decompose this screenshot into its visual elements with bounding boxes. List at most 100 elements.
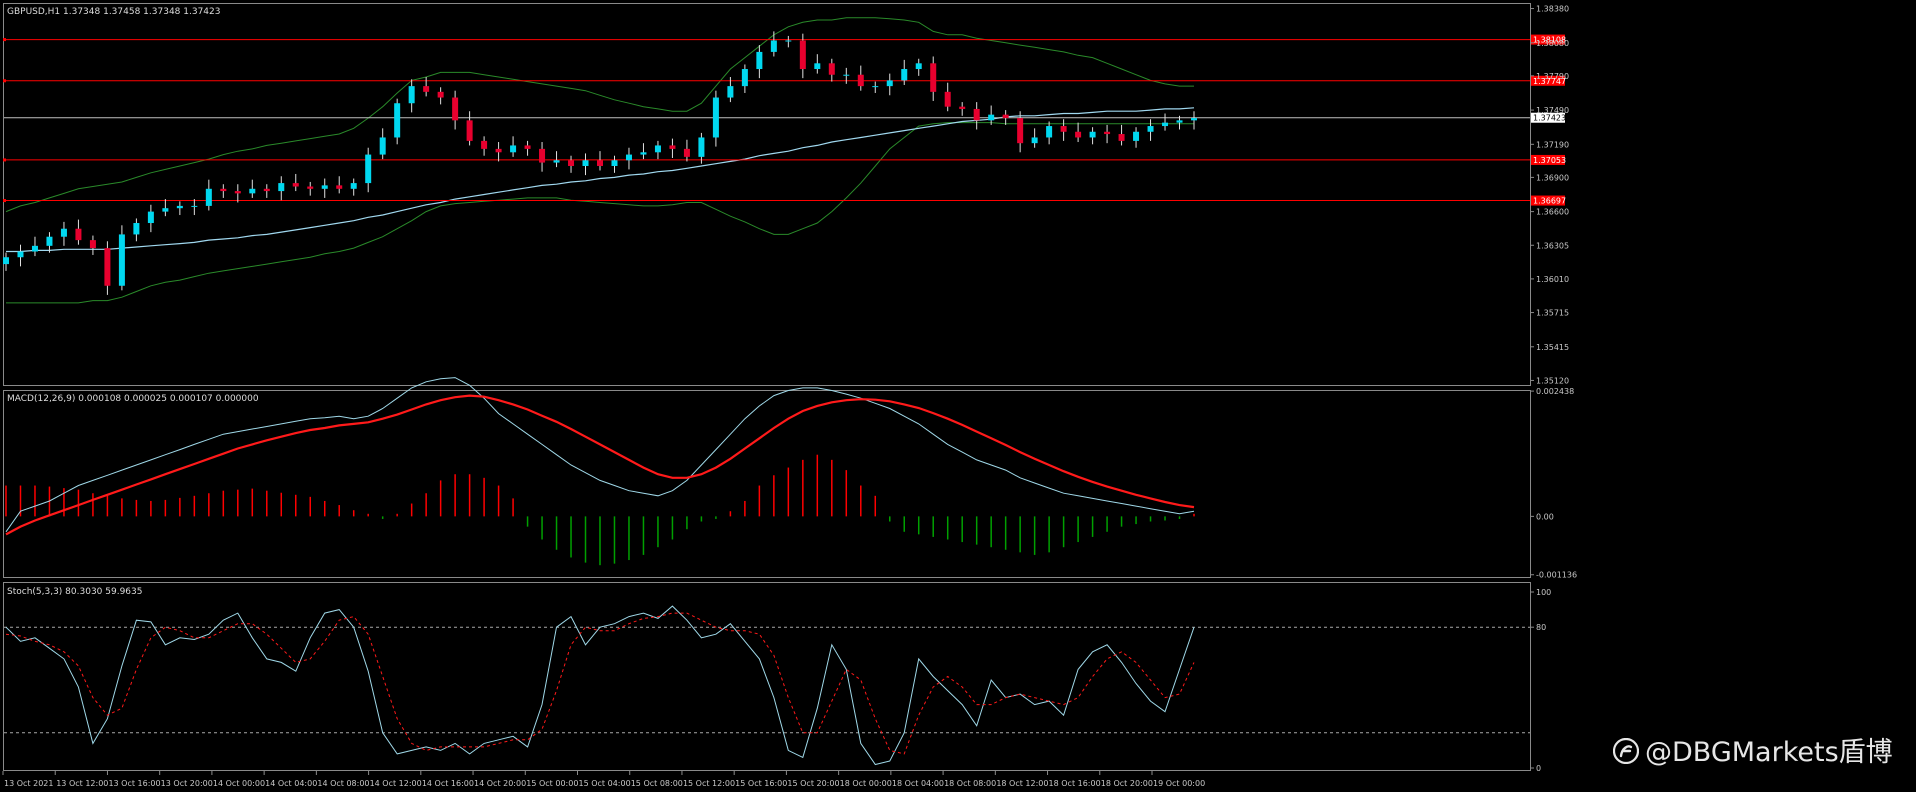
bearish-candle xyxy=(437,91,444,98)
bearish-candle xyxy=(973,108,980,121)
price-y-tick-label: 1.37790 xyxy=(1536,72,1569,81)
x-tick-label: 14 Oct 12:00 xyxy=(370,779,422,788)
macd-y-tick-label: 0.00 xyxy=(1536,512,1554,521)
bullish-candle xyxy=(379,137,386,155)
bullish-candle xyxy=(3,257,9,265)
bullish-candle xyxy=(814,63,821,70)
x-tick-label: 18 Oct 08:00 xyxy=(944,779,996,788)
bearish-candle xyxy=(263,188,270,192)
bullish-candle xyxy=(510,145,517,153)
x-tick-label: 18 Oct 04:00 xyxy=(892,779,944,788)
bearish-candle xyxy=(1075,131,1082,138)
watermark-text: @DBGMarkets盾博 xyxy=(1645,737,1893,768)
bullish-candle xyxy=(176,205,183,209)
price-level-marker xyxy=(3,158,6,162)
bearish-candle xyxy=(104,248,111,286)
bearish-candle xyxy=(669,145,676,149)
x-tick-label: 18 Oct 20:00 xyxy=(1101,779,1153,788)
bearish-candle xyxy=(89,240,96,249)
x-tick-label: 18 Oct 00:00 xyxy=(840,779,892,788)
bullish-candle xyxy=(1046,126,1053,138)
x-tick-label: 15 Oct 20:00 xyxy=(787,779,839,788)
price-y-tick-label: 1.36600 xyxy=(1536,208,1569,217)
bearish-candle xyxy=(466,120,473,141)
bullish-candle xyxy=(843,74,850,76)
bullish-candle xyxy=(191,205,198,207)
bullish-candle xyxy=(1147,126,1154,132)
bullish-candle xyxy=(1089,131,1096,138)
bullish-candle xyxy=(205,188,212,206)
bearish-candle xyxy=(220,188,227,192)
price-y-tick-label: 1.36010 xyxy=(1536,275,1569,284)
trading-chart[interactable]: 1.381081.377471.370531.366971.37423 1.38… xyxy=(0,0,1916,792)
stoch-panel xyxy=(3,582,1531,771)
bullish-candle xyxy=(394,103,401,138)
x-tick-label: 13 Oct 20:00 xyxy=(161,779,213,788)
price-level-marker xyxy=(3,38,6,42)
x-tick-label: 15 Oct 08:00 xyxy=(631,779,683,788)
x-tick-label: 15 Oct 00:00 xyxy=(526,779,578,788)
bullish-candle xyxy=(133,223,140,235)
bearish-candle xyxy=(75,228,82,241)
bearish-candle xyxy=(423,86,430,92)
stoch-y-tick-label: 100 xyxy=(1536,588,1551,597)
bullish-candle xyxy=(249,188,256,194)
bullish-candle xyxy=(31,245,38,252)
price-y-tick-label: 1.35415 xyxy=(1536,343,1569,352)
x-tick-label: 15 Oct 16:00 xyxy=(735,779,787,788)
bullish-candle xyxy=(1133,131,1140,141)
x-tick-label: 13 Oct 16:00 xyxy=(108,779,160,788)
bullish-candle xyxy=(1162,122,1169,127)
bullish-candle xyxy=(727,86,734,98)
x-tick-label: 18 Oct 16:00 xyxy=(1049,779,1101,788)
bearish-candle xyxy=(930,63,937,92)
bullish-candle xyxy=(147,211,154,224)
bearish-candle xyxy=(452,97,459,121)
macd-y-tick-label: -0.001136 xyxy=(1536,571,1577,580)
bullish-candle xyxy=(640,152,647,155)
stoch-y-tick-label: 80 xyxy=(1536,623,1546,632)
bearish-candle xyxy=(524,145,531,149)
bullish-candle xyxy=(886,80,893,87)
bullish-candle xyxy=(1191,118,1197,121)
bearish-candle xyxy=(1118,134,1125,141)
x-tick-label: 14 Oct 04:00 xyxy=(265,779,317,788)
bearish-candle xyxy=(336,185,343,189)
price-y-tick-label: 1.35120 xyxy=(1536,376,1569,385)
macd-y-tick-label: 0.002438 xyxy=(1536,387,1574,396)
bullish-candle xyxy=(118,234,125,286)
symbol-label: GBPUSD,H1 1.37348 1.37458 1.37348 1.3742… xyxy=(7,7,220,17)
bullish-candle xyxy=(741,69,748,87)
bearish-candle xyxy=(568,160,575,166)
bearish-candle xyxy=(597,160,603,166)
stoch-label: Stoch(5,3,3) 80.3030 59.9635 xyxy=(7,587,142,597)
bearish-candle xyxy=(857,74,864,87)
x-tick-label: 14 Oct 16:00 xyxy=(422,779,474,788)
bullish-candle xyxy=(408,86,415,104)
x-tick-label: 13 Oct 12:00 xyxy=(56,779,108,788)
bullish-candle xyxy=(756,51,763,70)
price-y-tick-label: 1.38380 xyxy=(1536,5,1569,14)
bullish-candle xyxy=(278,183,285,192)
bearish-candle xyxy=(234,191,241,194)
price-y-tick-label: 1.36900 xyxy=(1536,173,1569,182)
price-level-label: 1.36697 xyxy=(1533,197,1566,206)
bearish-candle xyxy=(307,186,314,189)
bearish-candle xyxy=(959,106,966,109)
bullish-candle xyxy=(553,160,560,163)
price-y-tick-label: 1.36305 xyxy=(1536,241,1569,250)
bearish-candle xyxy=(292,183,299,187)
bullish-candle xyxy=(770,40,777,52)
bullish-candle xyxy=(901,69,908,81)
bullish-candle xyxy=(60,228,67,237)
price-y-tick-label: 1.38080 xyxy=(1536,39,1569,48)
bullish-candle xyxy=(698,137,705,157)
bearish-candle xyxy=(944,91,951,107)
bearish-candle xyxy=(481,140,488,149)
bullish-candle xyxy=(321,185,328,189)
bearish-candle xyxy=(1017,118,1024,144)
bullish-candle xyxy=(46,236,53,246)
bearish-candle xyxy=(1104,131,1111,135)
price-y-tick-label: 1.37190 xyxy=(1536,140,1569,149)
bullish-candle xyxy=(625,154,632,161)
